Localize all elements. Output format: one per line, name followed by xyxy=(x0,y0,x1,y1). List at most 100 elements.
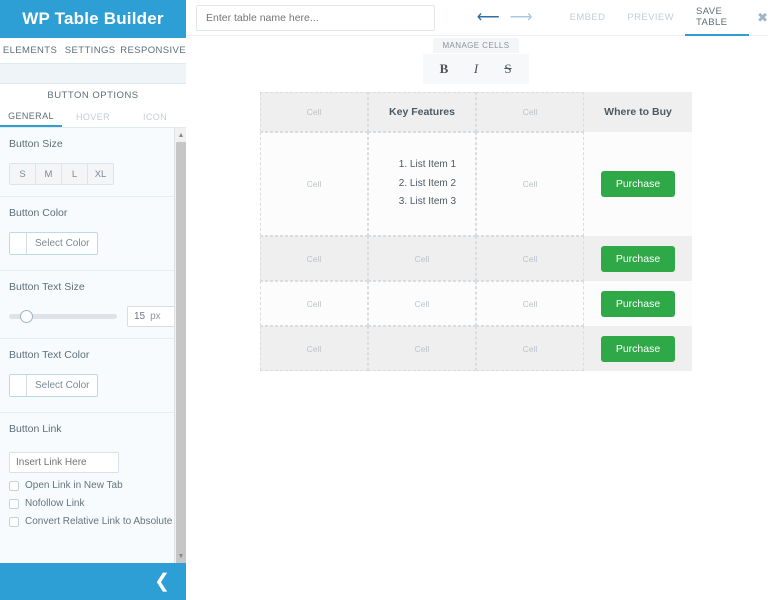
app-brand-title: WP Table Builder xyxy=(0,0,186,38)
table-cell[interactable]: Purchase xyxy=(584,236,692,281)
close-icon[interactable]: ✖ xyxy=(757,10,768,26)
purchase-button[interactable]: Purchase xyxy=(600,171,676,197)
size-option-s[interactable]: S xyxy=(9,163,36,185)
undo-arrow-icon[interactable]: ⟵ xyxy=(477,9,500,26)
table-canvas: Cell Key Features Cell Where to Buy Cell… xyxy=(260,92,692,371)
sidebar-scroll-body: Button Size S M L XL Button Color Select… xyxy=(0,128,186,563)
cell-placeholder: Cell xyxy=(306,343,322,354)
preview-button[interactable]: PREVIEW xyxy=(616,0,685,36)
section-button-text-color: Button Text Color Select Color xyxy=(0,339,186,413)
table-cell[interactable]: Cell xyxy=(476,236,584,281)
embed-button[interactable]: EMBED xyxy=(559,0,617,36)
table-cell[interactable]: Cell xyxy=(476,132,584,236)
purchase-button[interactable]: Purchase xyxy=(600,290,676,317)
cell-placeholder: Cell xyxy=(306,298,322,309)
button-text-color-picker[interactable]: Select Color xyxy=(9,374,99,397)
table-row: Cell Cell Cell Purchase xyxy=(260,281,692,326)
tab-hover[interactable]: HOVER xyxy=(62,106,124,127)
section-button-color: Button Color Select Color xyxy=(0,197,186,271)
button-size-label: Button Size xyxy=(9,138,63,150)
table-cell[interactable]: Purchase xyxy=(584,326,692,371)
checkbox-open-new-tab[interactable]: Open Link in New Tab xyxy=(9,480,177,491)
purchase-button[interactable]: Purchase xyxy=(600,335,676,362)
table-cell[interactable]: Cell xyxy=(368,236,476,281)
button-size-group: S M L XL xyxy=(9,163,177,185)
history-controls: ⟵ ⟶ xyxy=(477,9,533,26)
text-size-slider[interactable] xyxy=(9,310,117,323)
redo-arrow-icon[interactable]: ⟶ xyxy=(510,9,533,26)
save-table-button[interactable]: SAVE TABLE xyxy=(685,0,750,36)
strikethrough-button[interactable]: S xyxy=(493,59,523,79)
button-link-label: Button Link xyxy=(9,423,62,435)
button-color-picker[interactable]: Select Color xyxy=(9,232,99,255)
manage-cells-toolbar: MANAGE CELLS B I S xyxy=(423,38,529,84)
table-name-input[interactable] xyxy=(196,4,435,31)
text-color-swatch xyxy=(10,375,27,396)
table-row: Cell Cell Cell Purchase xyxy=(260,236,692,281)
checkbox-relative-to-absolute[interactable]: Convert Relative Link to Absolute xyxy=(9,516,177,527)
table-cell[interactable]: Purchase xyxy=(584,281,692,326)
table-cell[interactable]: List Item 1 List Item 2 List Item 3 xyxy=(368,132,476,236)
cell-text: Key Features xyxy=(389,106,455,118)
table-cell[interactable]: Cell xyxy=(260,92,368,132)
cell-placeholder: Cell xyxy=(522,107,538,117)
table-cell[interactable]: Cell xyxy=(476,326,584,371)
checkbox-nofollow[interactable]: Nofollow Link xyxy=(9,498,177,509)
cell-placeholder: Cell xyxy=(306,179,322,189)
section-button-size: Button Size S M L XL xyxy=(0,128,186,197)
list-item: List Item 2 xyxy=(410,175,456,194)
bold-button[interactable]: B xyxy=(429,59,459,79)
button-color-picker-label: Select Color xyxy=(35,238,90,249)
checkbox-box[interactable] xyxy=(9,480,19,491)
nav-item-responsive[interactable]: RESPONSIVE xyxy=(120,45,186,56)
cell-placeholder: Cell xyxy=(414,253,430,264)
table-cell[interactable]: Cell xyxy=(260,236,368,281)
format-buttons: B I S xyxy=(423,54,529,84)
table-cell[interactable]: Cell xyxy=(476,92,584,132)
nav-item-elements[interactable]: ELEMENTS xyxy=(0,45,60,56)
scroll-down-arrow-icon[interactable]: ▼ xyxy=(175,549,186,563)
manage-cells-label: MANAGE CELLS xyxy=(433,38,519,53)
italic-button[interactable]: I xyxy=(461,59,491,79)
table-cell[interactable]: Where to Buy xyxy=(584,92,692,132)
checkbox-box[interactable] xyxy=(9,516,19,527)
sidebar-scrollbar[interactable]: ▲ ▼ xyxy=(174,128,186,563)
checkbox-box[interactable] xyxy=(9,498,19,509)
feature-list: List Item 1 List Item 2 List Item 3 xyxy=(388,156,456,212)
table-cell[interactable]: Cell xyxy=(476,281,584,326)
nav-item-settings[interactable]: SETTINGS xyxy=(60,45,120,56)
size-option-l[interactable]: L xyxy=(61,163,88,185)
button-link-input[interactable] xyxy=(9,452,119,473)
slider-thumb[interactable] xyxy=(20,310,33,323)
cell-text: Where to Buy xyxy=(604,106,672,118)
cell-placeholder: Cell xyxy=(306,107,322,117)
cell-placeholder: Cell xyxy=(522,298,538,309)
size-option-m[interactable]: M xyxy=(35,163,62,185)
cell-placeholder: Cell xyxy=(414,298,430,309)
text-size-number-box[interactable]: 15 px xyxy=(127,306,176,327)
table-cell[interactable]: Purchase xyxy=(584,132,692,236)
table-cell[interactable]: Cell xyxy=(260,281,368,326)
sidebar-footer: ❮ xyxy=(0,563,186,600)
cell-placeholder: Cell xyxy=(414,343,430,354)
cell-placeholder: Cell xyxy=(306,253,322,264)
table-cell[interactable]: Cell xyxy=(260,326,368,371)
table-cell[interactable]: Cell xyxy=(260,132,368,236)
tab-icon[interactable]: ICON xyxy=(124,106,186,127)
tab-general[interactable]: GENERAL xyxy=(0,106,62,127)
cell-placeholder: Cell xyxy=(522,253,538,264)
table-row: Cell Cell Cell Purchase xyxy=(260,326,692,371)
table-cell[interactable]: Cell xyxy=(368,281,476,326)
size-option-xl[interactable]: XL xyxy=(87,163,114,185)
table-cell[interactable]: Key Features xyxy=(368,92,476,132)
cell-placeholder: Cell xyxy=(522,179,538,189)
checkbox-label: Nofollow Link xyxy=(25,498,85,509)
purchase-button[interactable]: Purchase xyxy=(600,245,676,272)
button-text-size-label: Button Text Size xyxy=(9,281,85,293)
sidebar-scrollbar-thumb[interactable] xyxy=(176,142,186,563)
chevron-left-icon[interactable]: ❮ xyxy=(154,572,170,591)
panel-title: BUTTON OPTIONS xyxy=(0,84,186,106)
table-cell[interactable]: Cell xyxy=(368,326,476,371)
list-item: List Item 1 xyxy=(410,156,456,175)
scroll-up-arrow-icon[interactable]: ▲ xyxy=(175,128,186,142)
